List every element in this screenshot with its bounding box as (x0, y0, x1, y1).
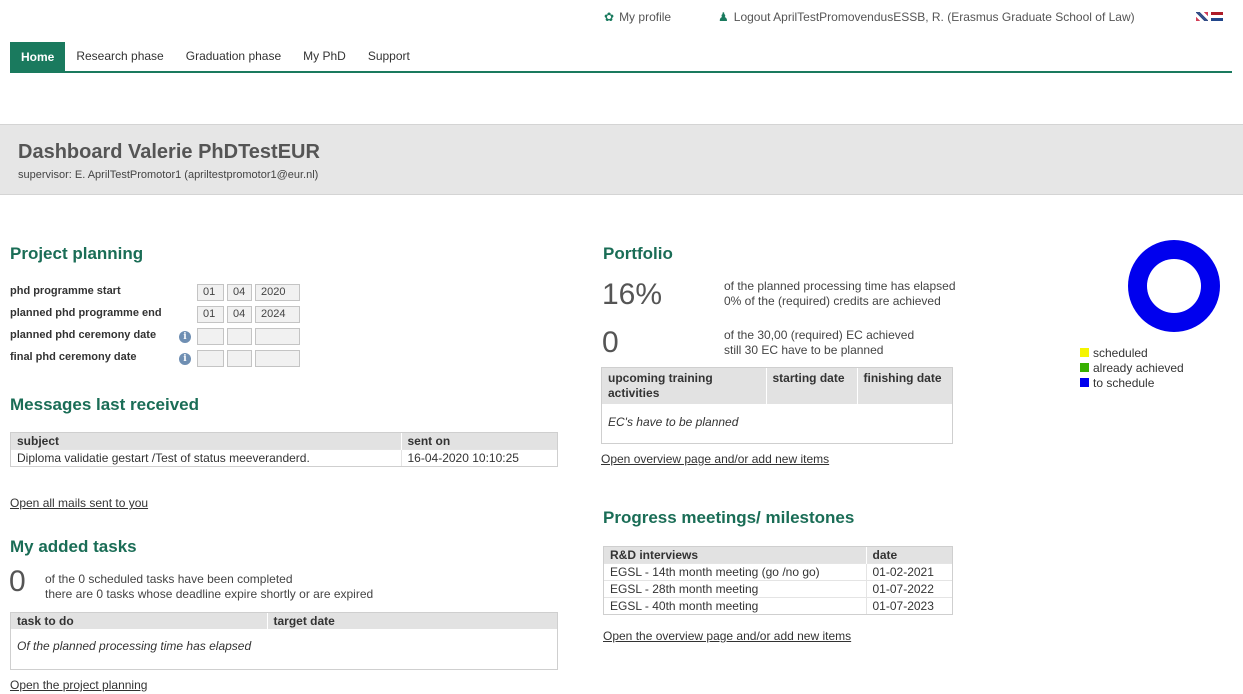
tasks-table: task to do target date Of the planned pr… (10, 612, 558, 670)
message-subject: Diploma validatie gestart /Test of statu… (11, 449, 401, 466)
ec-achieved-count: 0 (602, 326, 619, 359)
planning-label-start: phd programme start (10, 285, 121, 297)
tasks-completed-text: of the 0 scheduled tasks have been compl… (45, 572, 293, 586)
meeting-date: 01-02-2021 (865, 563, 952, 581)
legend-label-to-schedule: to schedule (1093, 375, 1155, 390)
chart-legend: scheduled already achieved to schedule (1080, 345, 1184, 390)
tab-home[interactable]: Home (10, 42, 66, 73)
info-icon[interactable]: i (179, 331, 191, 343)
credits-achieved-text: 0% of the (required) credits are achieve… (724, 294, 941, 308)
tab-my-phd[interactable]: My PhD (292, 42, 357, 71)
column-sent-on: sent on (400, 433, 557, 450)
meeting-date: 01-07-2022 (865, 580, 952, 598)
column-target-date: target date (266, 613, 557, 629)
planned-ceremony-year-field[interactable] (255, 328, 300, 345)
table-row[interactable]: EGSL - 40th month meeting 01-07-2023 (604, 597, 952, 614)
tab-support[interactable]: Support (357, 42, 421, 71)
english-flag-icon[interactable] (1196, 12, 1208, 21)
column-rd-interviews: R&D interviews (604, 547, 866, 564)
legend-item-to-schedule: to schedule (1080, 375, 1184, 390)
column-upcoming-training-line1: upcoming training (608, 371, 713, 385)
completed-tasks-count: 0 (9, 565, 26, 598)
column-starting-date: starting date (765, 368, 857, 404)
final-ceremony-month-field[interactable] (227, 350, 252, 367)
table-row[interactable]: Diploma validatie gestart /Test of statu… (11, 449, 557, 466)
column-upcoming-training-line2: activities (608, 386, 660, 400)
planned-ceremony-month-field[interactable] (227, 328, 252, 345)
meeting-name: EGSL - 40th month meeting (604, 597, 866, 614)
end-year-field[interactable]: 2024 (255, 306, 300, 323)
legend-swatch-to-schedule (1080, 378, 1089, 387)
message-sent-on: 16-04-2020 10:10:25 (400, 449, 557, 466)
main-nav: Home Research phase Graduation phase My … (10, 42, 1232, 73)
project-planning-title: Project planning (10, 244, 144, 263)
table-row[interactable]: EGSL - 14th month meeting (go /no go) 01… (604, 563, 952, 581)
start-month-field[interactable]: 04 (227, 284, 252, 301)
logout-label: Logout AprilTestPromovendusESSB, R. (Era… (733, 10, 1135, 24)
my-profile-link[interactable]: ✿ My profile (604, 10, 671, 24)
progress-meetings-table: R&D interviews date EGSL - 14th month me… (603, 546, 953, 615)
elapsed-percent: 16% (602, 278, 663, 311)
table-row[interactable]: EGSL - 28th month meeting 01-07-2022 (604, 580, 952, 598)
legend-swatch-already-achieved (1080, 363, 1089, 372)
my-profile-label: My profile (619, 10, 672, 24)
tasks-empty-message: Of the planned processing time has elaps… (17, 639, 252, 653)
planning-label-planned-ceremony: planned phd ceremony date (10, 329, 157, 341)
dashboard-header: Dashboard Valerie PhDTestEUR supervisor:… (0, 124, 1243, 195)
info-icon[interactable]: i (179, 353, 191, 365)
column-date: date (865, 547, 952, 564)
portfolio-donut-chart (1128, 240, 1220, 332)
open-all-mails-link[interactable]: Open all mails sent to you (10, 496, 148, 510)
elapsed-time-text: of the planned processing time has elaps… (724, 279, 956, 293)
messages-table: subject sent on Diploma validatie gestar… (10, 432, 558, 467)
top-bar: ✿ My profile ♟ Logout AprilTestPromovend… (0, 0, 1243, 34)
meeting-name: EGSL - 14th month meeting (go /no go) (604, 563, 866, 581)
meeting-date: 01-07-2023 (865, 597, 952, 614)
progress-meetings-title: Progress meetings/ milestones (603, 508, 855, 527)
final-ceremony-year-field[interactable] (255, 350, 300, 367)
planning-label-final-ceremony: final phd ceremony date (10, 351, 137, 363)
portfolio-title: Portfolio (603, 244, 673, 263)
meeting-name: EGSL - 28th month meeting (604, 580, 866, 598)
tasks-title: My added tasks (10, 537, 137, 556)
open-progress-overview-link[interactable]: Open the overview page and/or add new it… (603, 629, 851, 643)
tab-graduation-phase[interactable]: Graduation phase (175, 42, 292, 71)
page-title: Dashboard Valerie PhDTestEUR (18, 141, 320, 163)
planning-label-end: planned phd programme end (10, 307, 162, 319)
legend-label-scheduled: scheduled (1093, 345, 1148, 360)
tasks-expire-text: there are 0 tasks whose deadline expire … (45, 587, 374, 601)
start-day-field[interactable]: 01 (197, 284, 224, 301)
end-month-field[interactable]: 04 (227, 306, 252, 323)
user-icon: ♟ (718, 10, 729, 24)
legend-item-already-achieved: already achieved (1080, 360, 1184, 375)
column-task-to-do: task to do (11, 613, 267, 629)
logout-link[interactable]: ♟ Logout AprilTestPromovendusESSB, R. (E… (718, 10, 1135, 24)
gear-icon: ✿ (604, 10, 615, 24)
open-project-planning-link[interactable]: Open the project planning (10, 678, 147, 692)
legend-label-already-achieved: already achieved (1093, 360, 1184, 375)
final-ceremony-day-field[interactable] (197, 350, 224, 367)
planned-ceremony-day-field[interactable] (197, 328, 224, 345)
language-switcher (1196, 12, 1223, 21)
tab-research-phase[interactable]: Research phase (65, 42, 174, 71)
ec-achieved-text: of the 30,00 (required) EC achieved (724, 328, 915, 342)
column-upcoming-training: upcoming training activities (602, 368, 766, 404)
donut-hole (1147, 259, 1201, 313)
messages-title: Messages last received (10, 395, 200, 414)
column-finishing-date: finishing date (856, 368, 952, 404)
legend-swatch-scheduled (1080, 348, 1089, 357)
end-day-field[interactable]: 01 (197, 306, 224, 323)
ec-planned-text: still 30 EC have to be planned (724, 343, 884, 357)
legend-item-scheduled: scheduled (1080, 345, 1184, 360)
open-portfolio-overview-link[interactable]: Open overview page and/or add new items (601, 452, 829, 466)
supervisor-info: supervisor: E. AprilTestPromotor1 (april… (18, 169, 319, 181)
training-empty-message: EC's have to be planned (608, 415, 739, 429)
column-subject: subject (11, 433, 401, 450)
dutch-flag-icon[interactable] (1211, 12, 1223, 21)
start-year-field[interactable]: 2020 (255, 284, 300, 301)
training-activities-table: upcoming training activities starting da… (601, 367, 953, 444)
